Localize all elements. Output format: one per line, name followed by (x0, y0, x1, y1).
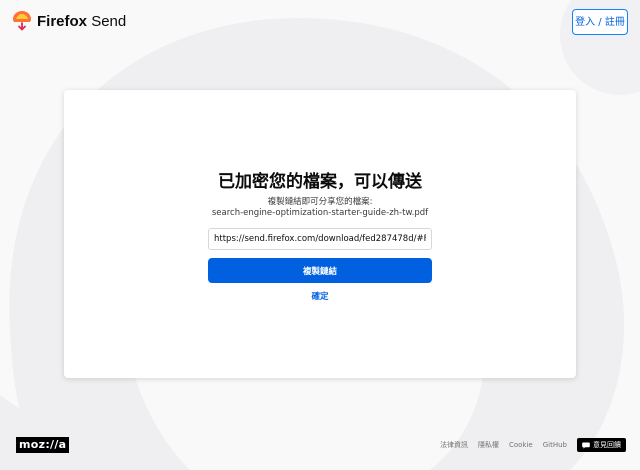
copy-link-button[interactable]: 複製鏈結 (208, 258, 432, 283)
page-title: 已加密您的檔案，可以傳送 (218, 172, 422, 192)
legal-link[interactable]: 法律資訊 (440, 440, 468, 450)
feedback-button[interactable]: 意見回饋 (577, 438, 626, 452)
mozilla-logo[interactable]: moz://a (16, 437, 70, 453)
site-header: Firefox Send 登入 / 註冊 (0, 0, 640, 44)
share-instructions: 複製鏈結即可分享您的檔案: (267, 197, 373, 207)
cookie-link[interactable]: Cookie (509, 441, 533, 449)
github-link[interactable]: GitHub (543, 441, 567, 449)
upload-complete-card: 已加密您的檔案，可以傳送 複製鏈結即可分享您的檔案: search-engine… (64, 90, 576, 378)
ok-button[interactable]: 確定 (64, 290, 576, 302)
privacy-link[interactable]: 隱私權 (478, 440, 499, 450)
share-url-field[interactable] (208, 228, 432, 250)
feedback-label: 意見回饋 (593, 441, 621, 449)
sign-in-button[interactable]: 登入 / 註冊 (572, 9, 628, 35)
firefox-send-icon (13, 11, 31, 31)
footer-links: 法律資訊 隱私權 Cookie GitHub 意見回饋 (430, 438, 626, 452)
brand-logo[interactable]: Firefox Send (12, 10, 126, 32)
site-footer: moz://a 法律資訊 隱私權 Cookie GitHub 意見回饋 (0, 432, 640, 462)
brand-name: Firefox Send (37, 12, 127, 30)
chat-bubble-icon (582, 442, 590, 449)
file-name: search-engine-optimization-starter-guide… (211, 208, 429, 218)
